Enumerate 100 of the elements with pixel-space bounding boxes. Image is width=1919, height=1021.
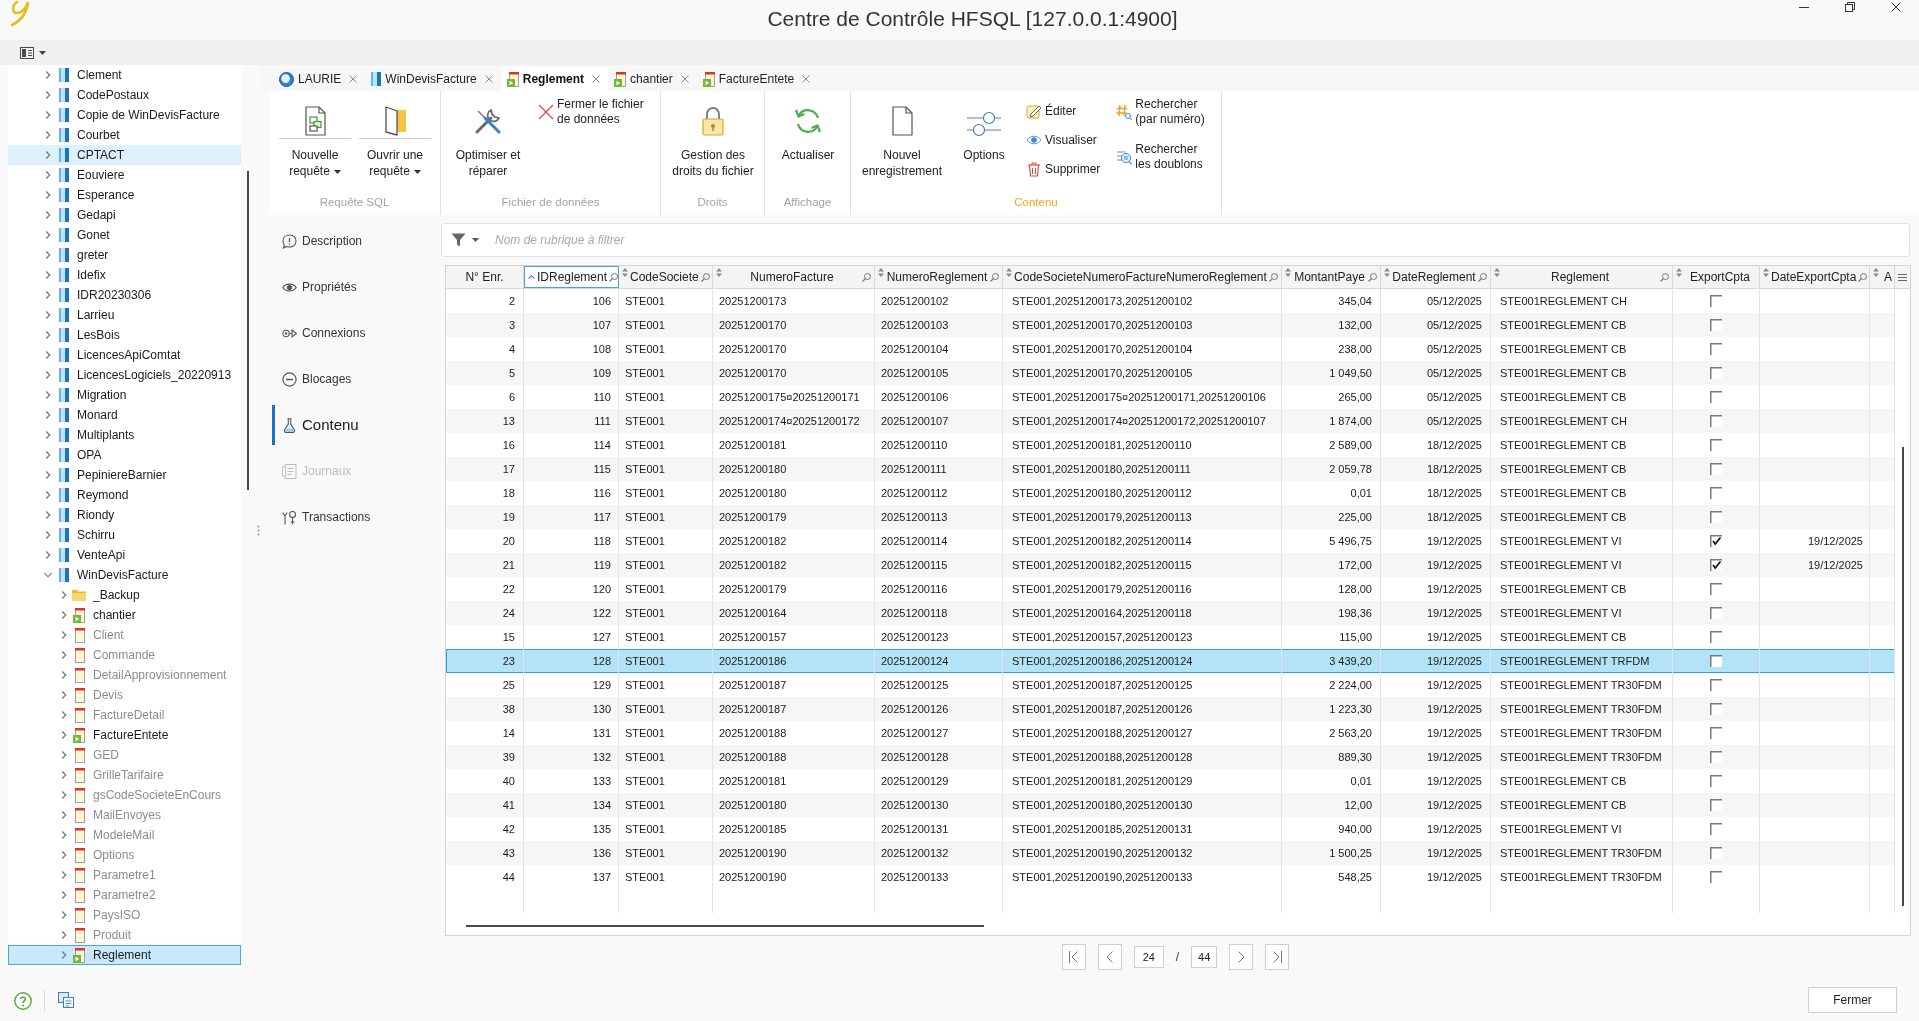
chevron-right-icon[interactable] [60,771,68,779]
checkbox[interactable] [1710,727,1722,739]
chevron-right-icon[interactable] [44,411,52,419]
chevron-right-icon[interactable] [44,251,52,259]
chevron-right-icon[interactable] [44,551,52,559]
tree-item[interactable]: Client [8,625,241,645]
menu-icon[interactable] [1898,273,1907,281]
chevron-right-icon[interactable] [44,331,52,339]
scrollbar-thumb[interactable] [1901,447,1904,906]
ribbon-button[interactable]: Supprimer [1026,161,1101,177]
sort-arrows-icon[interactable] [716,268,722,277]
chevron-right-icon[interactable] [60,751,68,759]
tree-item[interactable]: Esperance [8,185,241,205]
column-header[interactable]: IDReglement [524,266,619,288]
table-row[interactable]: 24 122 STE001 20251200164 20251200118 STE001,20251200164,20251200118 198,36 19/12/2025 STE001REGLEMENT VI [446,601,1895,625]
tree-item[interactable]: gsCodeSocieteEnCours [8,785,241,805]
tree-item[interactable]: Multiplants [8,425,241,445]
tree-item[interactable]: PaysISO [8,905,241,925]
checkbox[interactable] [1710,415,1722,427]
chevron-right-icon[interactable] [60,691,68,699]
checkbox[interactable] [1710,799,1722,811]
table-row[interactable]: 39 132 STE001 20251200188 20251200128 STE001,20251200188,20251200128 889,30 19/12/2025 STE001REGLEMENT TR30FDM [446,745,1895,769]
checkbox[interactable] [1710,511,1722,523]
caret-icon[interactable] [333,169,341,174]
chevron-right-icon[interactable] [44,371,52,379]
chevron-right-icon[interactable] [60,631,68,639]
sliders-icon[interactable] [967,111,1001,137]
tab[interactable]: FactureEntete [696,67,819,91]
panel-icon[interactable] [20,46,34,59]
chevron-right-icon[interactable] [44,511,52,519]
chevron-right-icon[interactable] [44,391,52,399]
sort-arrows-icon[interactable] [1384,268,1390,277]
sort-arrows-icon[interactable] [622,268,628,277]
tree-item[interactable]: Courbet [8,125,241,145]
ribbon-button[interactable]: Nouvel enregistrement [857,105,947,179]
chevron-right-icon[interactable] [60,711,68,719]
tree-item[interactable]: Gonet [8,225,241,245]
checkbox[interactable] [1710,655,1722,667]
checkbox[interactable] [1710,775,1722,787]
chevron-right-icon[interactable] [60,611,68,619]
ribbon-button[interactable]: Rechercher les doublons [1116,142,1212,172]
checkbox[interactable] [1710,583,1722,595]
tree-item[interactable]: IDR20230306 [8,285,241,305]
branch-icon[interactable] [282,509,297,525]
table-row[interactable]: 43 136 STE001 20251200190 20251200132 STE001,20251200190,20251200132 1 500,25 19/12/2025 STE001REGLEMENT TR30FDM [446,841,1895,865]
skip-last-icon[interactable] [1272,951,1282,963]
checkbox[interactable] [1710,439,1722,451]
nav-item[interactable]: Contenu [272,405,441,445]
chevron-right-icon[interactable] [60,831,68,839]
tree-item[interactable]: Copie de WinDevisFacture [8,105,241,125]
tree-item[interactable]: DetailApprovisionnement [8,665,241,685]
ribbon-button[interactable]: Actualiser [773,105,843,163]
sort-arrows-icon[interactable] [1006,268,1012,277]
table-row[interactable]: 5 109 STE001 20251200170 20251200105 STE001,20251200170,20251200105 1 049,50 05/12/2025 STE001REGLEMENT CB [446,361,1895,385]
ribbon-button[interactable]: Gestion des droits du fichier [669,105,757,179]
minus-circle-icon[interactable] [282,371,297,387]
checkbox[interactable] [1710,847,1722,859]
checkbox[interactable] [1710,295,1722,307]
column-header[interactable]: CodeSocieteNumeroFactureNumeroReglement [1003,266,1282,288]
chevron-right-icon[interactable] [60,951,68,959]
tab[interactable]: Reglement [500,67,609,91]
chevron-right-icon[interactable] [44,351,52,359]
first-button[interactable] [1061,944,1086,970]
tree-item[interactable]: OPA [8,445,241,465]
checkbox[interactable] [1710,559,1722,571]
column-header[interactable]: Reglement [1491,266,1673,288]
skip-first-icon[interactable] [1069,951,1079,963]
chevron-right-icon[interactable] [44,451,52,459]
filter-field[interactable]: Nom de rubrique à filtrer [441,223,1910,257]
table-row[interactable]: 17 115 STE001 20251200180 20251200111 STE001,20251200180,20251200111 2 059,78 18/12/2025 STE001REGLEMENT CB [446,457,1895,481]
checkbox[interactable] [1710,319,1722,331]
tree-item[interactable]: _Backup [8,585,241,605]
chevron-right-icon[interactable] [44,471,52,479]
ribbon-button[interactable]: Éditer [1026,103,1101,119]
tree-item[interactable]: greter [8,245,241,265]
tree-item[interactable]: Commande [8,645,241,665]
search-icon[interactable] [1858,272,1868,282]
duplicate-search-icon[interactable] [1116,149,1133,165]
checkbox[interactable] [1710,703,1722,715]
chevron-right-icon[interactable] [44,431,52,439]
chevron-right-icon[interactable] [60,931,68,939]
search-icon[interactable] [1269,272,1278,282]
tree-item[interactable]: LicencesApiComtat [8,345,241,365]
panel-toggle-button[interactable] [20,46,46,59]
caret-icon[interactable] [472,238,479,242]
chevron-right-icon[interactable] [44,311,52,319]
search-icon[interactable] [990,272,999,282]
caret-icon[interactable] [39,50,46,55]
tree-item[interactable]: Gedapi [8,205,241,225]
tree-item[interactable]: FactureEntete [8,725,241,745]
sort-arrows-icon[interactable] [1763,268,1769,277]
chevron-right-icon[interactable] [44,291,52,299]
help-icon[interactable] [14,992,32,1010]
column-header[interactable]: NumeroReglement [875,266,1003,288]
tree-item[interactable]: Idefix [8,265,241,285]
nav-item[interactable]: Connexions [272,313,441,353]
chevron-right-icon[interactable] [44,171,52,179]
tree-item[interactable]: GrilleTarifaire [8,765,241,785]
close-button[interactable]: Fermer [1808,987,1897,1013]
caret-icon[interactable] [413,169,421,174]
